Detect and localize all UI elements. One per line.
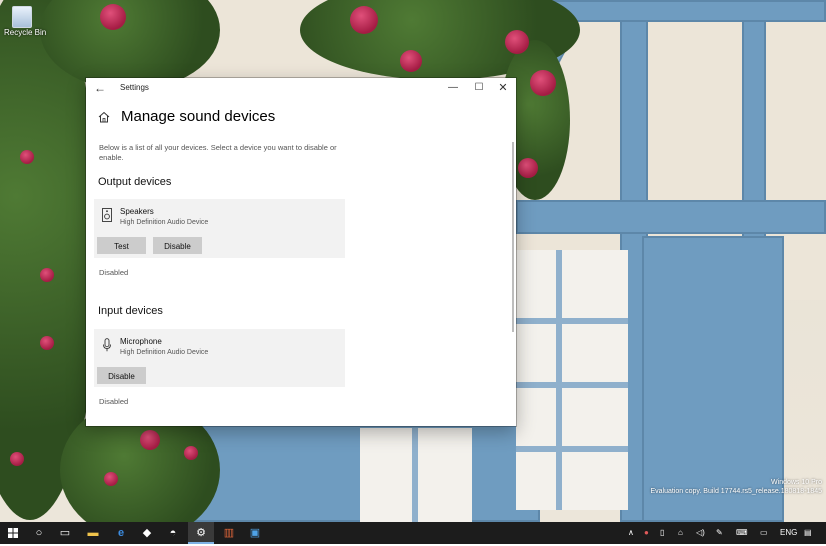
taskbar: ○ ▭ ▬ e ◆ ◓ ⚙ ▥ ▣ ∧ ● ▯ ⌂ ◁) ✎ ⌨ ▭ ENG ▤ bbox=[0, 522, 826, 544]
minimize-button[interactable]: — bbox=[440, 80, 466, 96]
watermark-line: Windows 10 Pro bbox=[771, 479, 822, 486]
close-button[interactable]: ✕ bbox=[490, 80, 516, 96]
app-icon[interactable]: ▥ bbox=[216, 522, 242, 544]
rose-flower bbox=[518, 158, 538, 178]
pen-icon[interactable]: ✎ bbox=[716, 522, 723, 544]
window-sash bbox=[556, 250, 562, 510]
watermark-line: Evaluation copy. Build 17744.rs5_release… bbox=[650, 488, 823, 495]
tray-app-icon[interactable]: ● bbox=[644, 522, 649, 544]
recycle-bin-label: Recycle Bin bbox=[4, 28, 47, 37]
rose-flower bbox=[530, 70, 556, 96]
settings-window: ← Settings — ☐ ✕ Manage sound devices Be… bbox=[86, 78, 516, 426]
output-devices-heading: Output devices bbox=[98, 176, 172, 188]
window-glass bbox=[516, 250, 628, 510]
microphone-device-card[interactable]: Microphone High Definition Audio Device … bbox=[94, 329, 345, 387]
rose-flower bbox=[184, 446, 198, 460]
rose-flower bbox=[505, 30, 529, 54]
display-icon[interactable]: ▭ bbox=[760, 522, 768, 544]
input-status: Disabled bbox=[99, 397, 129, 406]
edge-icon[interactable]: e bbox=[108, 522, 134, 544]
speaker-icon bbox=[102, 208, 112, 222]
recycle-bin-icon bbox=[12, 6, 32, 28]
window-sash bbox=[412, 428, 418, 522]
scrollbar[interactable] bbox=[512, 142, 514, 332]
file-explorer-icon[interactable]: ▬ bbox=[80, 522, 106, 544]
device-description: High Definition Audio Device bbox=[120, 219, 209, 226]
speakers-device-card[interactable]: Speakers High Definition Audio Device Te… bbox=[94, 199, 345, 258]
device-name: Speakers bbox=[120, 207, 154, 216]
rose-flower bbox=[10, 452, 24, 466]
settings-icon[interactable]: ⚙ bbox=[188, 522, 214, 544]
microphone-icon bbox=[103, 338, 111, 352]
tray-icon[interactable]: ▯ bbox=[660, 522, 664, 544]
rose-flower bbox=[104, 472, 118, 486]
keyboard-icon[interactable]: ⌨ bbox=[736, 522, 748, 544]
window-sash bbox=[516, 318, 628, 324]
input-devices-heading: Input devices bbox=[98, 305, 163, 317]
language-indicator[interactable]: ENG bbox=[780, 522, 797, 544]
task-view-icon[interactable]: ▭ bbox=[52, 522, 78, 544]
test-button[interactable]: Test bbox=[97, 237, 146, 254]
device-description: High Definition Audio Device bbox=[120, 349, 209, 356]
rose-flower bbox=[40, 268, 54, 282]
start-icon[interactable] bbox=[0, 522, 26, 544]
store-icon[interactable]: ▣ bbox=[242, 522, 268, 544]
window-sash bbox=[516, 446, 628, 452]
rose-flower bbox=[20, 150, 34, 164]
rose-flower bbox=[400, 50, 422, 72]
back-arrow-icon[interactable]: ← bbox=[94, 81, 106, 95]
window-sash bbox=[516, 382, 628, 388]
device-name: Microphone bbox=[120, 337, 162, 346]
search-icon[interactable]: ○ bbox=[26, 522, 52, 544]
rose-flower bbox=[140, 430, 160, 450]
intro-text: Below is a list of all your devices. Sel… bbox=[99, 143, 337, 162]
disable-microphone-button[interactable]: Disable bbox=[97, 367, 146, 384]
network-icon[interactable]: ⌂ bbox=[678, 522, 683, 544]
recycle-bin[interactable]: Recycle Bin bbox=[4, 6, 47, 37]
shield-icon[interactable]: ◆ bbox=[134, 522, 160, 544]
maximize-button[interactable]: ☐ bbox=[466, 80, 492, 96]
chevron-up-icon[interactable]: ∧ bbox=[628, 522, 634, 544]
disable-speakers-button[interactable]: Disable bbox=[153, 237, 202, 254]
photos-icon[interactable]: ◓ bbox=[160, 522, 186, 544]
rose-flower bbox=[40, 336, 54, 350]
rose-flower bbox=[100, 4, 126, 30]
wall-beam bbox=[516, 200, 826, 234]
window-title: Settings bbox=[120, 83, 149, 92]
os-watermark: Windows 10 Pro Evaluation copy. Build 17… bbox=[651, 478, 823, 496]
volume-icon[interactable]: ◁) bbox=[696, 522, 705, 544]
home-icon[interactable] bbox=[98, 111, 110, 123]
notification-icon[interactable]: ▤ bbox=[804, 522, 812, 544]
output-status: Disabled bbox=[99, 268, 129, 277]
page-title: Manage sound devices bbox=[121, 108, 276, 125]
title-bar[interactable]: ← Settings — ☐ ✕ bbox=[86, 78, 516, 98]
rose-flower bbox=[350, 6, 378, 34]
